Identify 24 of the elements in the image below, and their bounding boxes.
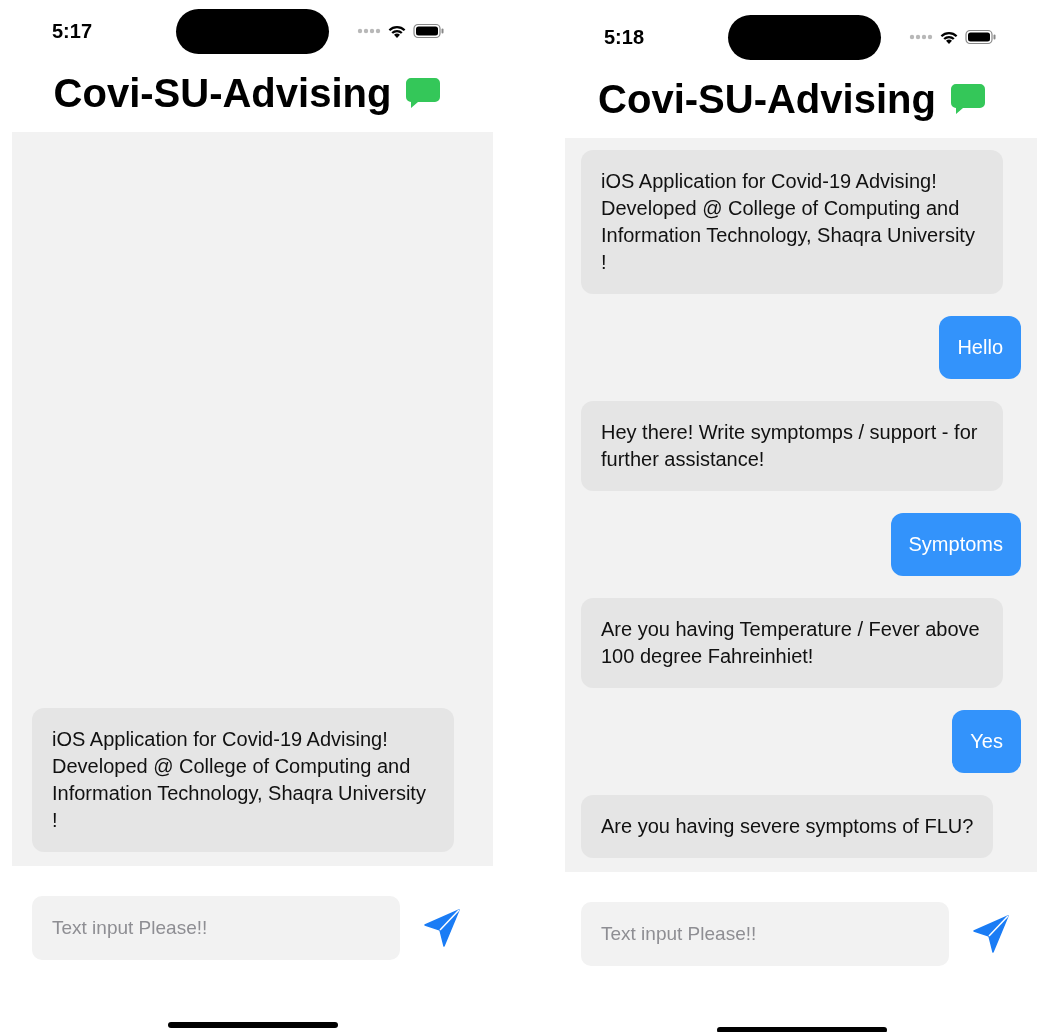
- sent-message: Symptoms: [890, 513, 1021, 576]
- status-time: 5:17: [50, 19, 92, 43]
- received-message: Are you having Temperature / Fever above 100 degree Fahreinhiet!: [581, 598, 1003, 688]
- app-title: Covi-SU-Advising: [53, 70, 392, 116]
- status-time: 5:18: [602, 25, 644, 49]
- send-icon[interactable]: [973, 915, 1009, 953]
- battery-icon: [965, 29, 997, 45]
- signal-icon: [909, 34, 933, 40]
- received-message: Are you having severe symptoms of FLU?: [581, 795, 994, 858]
- chat-bubble-icon: [949, 83, 986, 115]
- sent-message: Hello: [939, 316, 1021, 379]
- wifi-icon: [939, 29, 959, 45]
- received-message: iOS Application for Covid-19 Advising! Developed @ College of Computing and Information Technology, Shaqra University !: [581, 150, 1003, 294]
- message-input[interactable]: Text input Please!!: [581, 902, 949, 966]
- sent-message: Yes: [952, 710, 1021, 773]
- app-title: Covi-SU-Advising: [598, 76, 936, 122]
- chat-bubble-icon: [405, 77, 442, 109]
- received-message: Hey there! Write symptomps / support - for further assistance!: [581, 401, 1003, 491]
- message-input[interactable]: Text input Please!!: [32, 896, 400, 960]
- send-icon[interactable]: [424, 909, 460, 947]
- wifi-icon: [387, 23, 407, 39]
- battery-icon: [413, 23, 445, 39]
- received-message: iOS Application for Covid-19 Advising! Developed @ College of Computing and Information Technology, Shaqra University !: [32, 708, 454, 852]
- signal-icon: [357, 28, 381, 34]
